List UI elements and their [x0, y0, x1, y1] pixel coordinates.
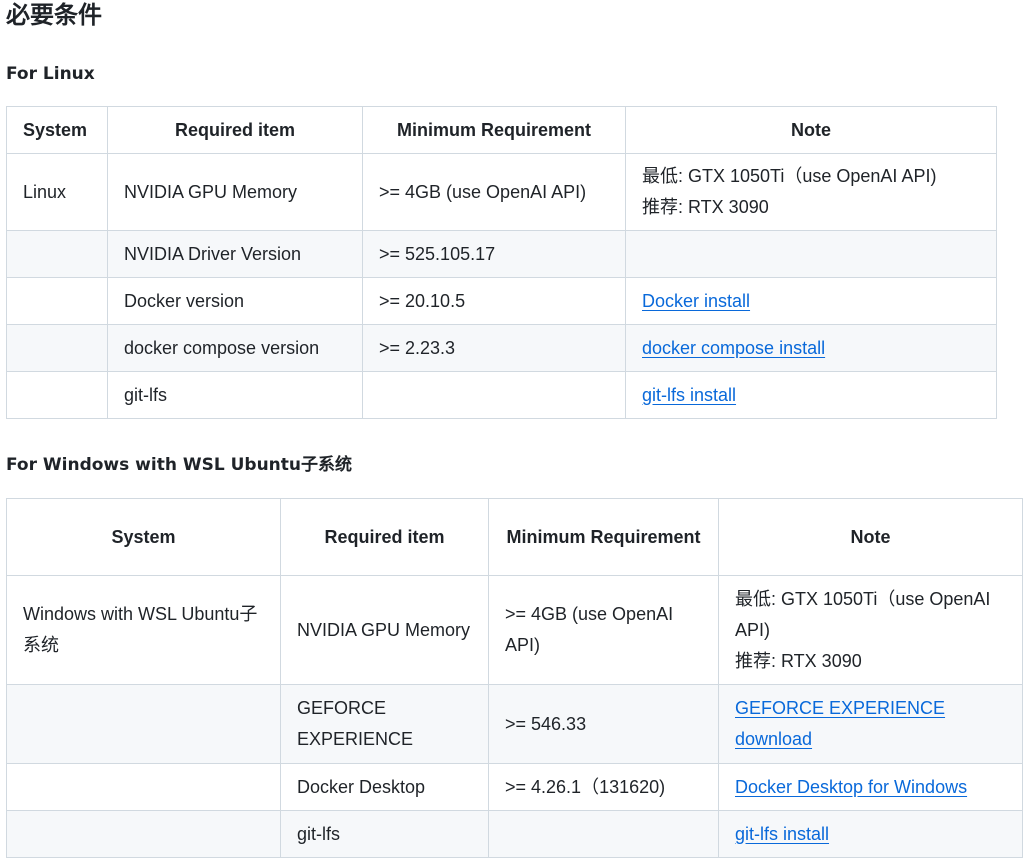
cell-required-item: Docker Desktop [280, 763, 489, 811]
table-row: GEFORCE EXPERIENCE >= 546.33 GEFORCE EXP… [6, 684, 1023, 764]
table-header-row: System Required item Minimum Requirement… [6, 498, 1023, 576]
cell-minimum-requirement: >= 2.23.3 [362, 324, 626, 372]
cell-system [6, 810, 281, 858]
cell-minimum-requirement: >= 546.33 [488, 684, 719, 764]
cell-system [6, 371, 108, 419]
cell-note: 最低: GTX 1050Ti（use OpenAI API) 推荐: RTX 3… [718, 575, 1023, 685]
column-header-minimum-requirement: Minimum Requirement [488, 498, 719, 576]
column-header-required-item: Required item [280, 498, 489, 576]
cell-required-item: NVIDIA GPU Memory [107, 153, 363, 231]
cell-minimum-requirement: >= 4GB (use OpenAI API) [362, 153, 626, 231]
cell-system [6, 684, 281, 764]
note-line: 推荐: RTX 3090 [735, 650, 862, 671]
git-lfs-install-link[interactable]: git-lfs install [735, 824, 829, 844]
git-lfs-install-link[interactable]: git-lfs install [642, 385, 736, 405]
cell-required-item: NVIDIA Driver Version [107, 230, 363, 278]
note-line: 最低: GTX 1050Ti（use OpenAI API) [642, 166, 937, 186]
table-row: Linux NVIDIA GPU Memory >= 4GB (use Open… [6, 153, 997, 231]
table-row: Docker Desktop >= 4.26.1（131620) Docker … [6, 763, 1023, 811]
column-header-system: System [6, 106, 108, 154]
cell-system [6, 763, 281, 811]
column-header-required-item: Required item [107, 106, 363, 154]
cell-minimum-requirement: >= 4.26.1（131620) [488, 763, 719, 811]
cell-note: Docker install [625, 277, 997, 325]
page-heading: 必要条件 [6, 1, 102, 29]
cell-system [6, 324, 108, 372]
cell-minimum-requirement [488, 810, 719, 858]
column-header-note: Note [625, 106, 997, 154]
note-line: 最低: GTX 1050Ti（use OpenAI API) [735, 588, 991, 640]
table-row: git-lfs git-lfs install [6, 810, 1023, 858]
column-header-note: Note [718, 498, 1023, 576]
column-header-system: System [6, 498, 281, 576]
cell-note: Docker Desktop for Windows [718, 763, 1023, 811]
table-row: NVIDIA Driver Version >= 525.105.17 [6, 230, 997, 278]
windows-requirements-table: System Required item Minimum Requirement… [6, 498, 1023, 858]
cell-system [6, 277, 108, 325]
section-title-windows: For Windows with WSL Ubuntu子系统 [6, 455, 353, 475]
cell-required-item: Docker version [107, 277, 363, 325]
cell-required-item: NVIDIA GPU Memory [280, 575, 489, 685]
cell-note: docker compose install [625, 324, 997, 372]
docker-install-link[interactable]: Docker install [642, 291, 750, 311]
cell-minimum-requirement: >= 20.10.5 [362, 277, 626, 325]
docker-desktop-windows-link[interactable]: Docker Desktop for Windows [735, 777, 967, 797]
table-row: docker compose version >= 2.23.3 docker … [6, 324, 997, 372]
cell-required-item: docker compose version [107, 324, 363, 372]
column-header-minimum-requirement: Minimum Requirement [362, 106, 626, 154]
cell-minimum-requirement [362, 371, 626, 419]
cell-system: Linux [6, 153, 108, 231]
geforce-experience-download-link[interactable]: GEFORCE EXPERIENCE download [735, 698, 945, 749]
cell-required-item: GEFORCE EXPERIENCE [280, 684, 489, 764]
cell-minimum-requirement: >= 4GB (use OpenAI API) [488, 575, 719, 685]
cell-required-item: git-lfs [280, 810, 489, 858]
table-header-row: System Required item Minimum Requirement… [6, 106, 997, 154]
cell-required-item: git-lfs [107, 371, 363, 419]
note-line: 推荐: RTX 3090 [642, 197, 769, 217]
cell-note: 最低: GTX 1050Ti（use OpenAI API) 推荐: RTX 3… [625, 153, 997, 231]
table-row: Docker version >= 20.10.5 Docker install [6, 277, 997, 325]
cell-system: Windows with WSL Ubuntu子系统 [6, 575, 281, 685]
cell-system [6, 230, 108, 278]
section-title-linux: For Linux [6, 64, 95, 84]
docker-compose-install-link[interactable]: docker compose install [642, 338, 825, 358]
linux-requirements-table: System Required item Minimum Requirement… [6, 106, 997, 419]
cell-note: git-lfs install [625, 371, 997, 419]
table-row: Windows with WSL Ubuntu子系统 NVIDIA GPU Me… [6, 575, 1023, 685]
cell-minimum-requirement: >= 525.105.17 [362, 230, 626, 278]
cell-note: git-lfs install [718, 810, 1023, 858]
cell-note [625, 230, 997, 278]
table-row: git-lfs git-lfs install [6, 371, 997, 419]
cell-note: GEFORCE EXPERIENCE download [718, 684, 1023, 764]
